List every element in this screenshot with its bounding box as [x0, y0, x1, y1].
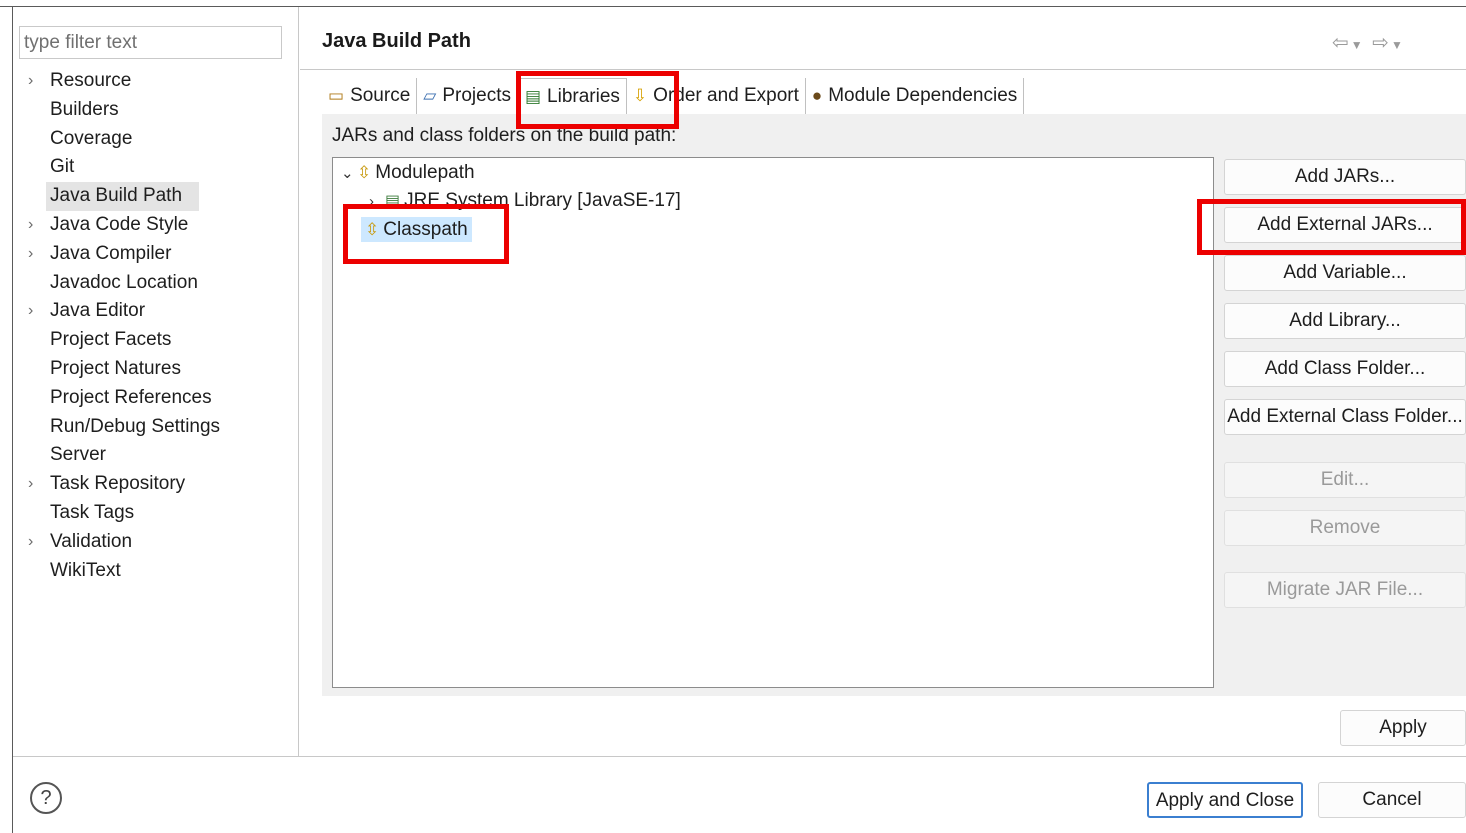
nav-item-label: Java Build Path: [50, 184, 189, 208]
nav-item-java-editor[interactable]: › Java Editor: [13, 297, 298, 326]
tree-node-label: JRE System Library [JavaSE-17]: [404, 190, 681, 211]
nav-item-git[interactable]: Git: [13, 153, 298, 182]
tab-label: Libraries: [547, 85, 620, 107]
library-icon: ▤: [385, 193, 401, 210]
add-library-button[interactable]: Add Library...: [1224, 303, 1466, 339]
nav-item-task-repository[interactable]: › Task Repository: [13, 470, 298, 499]
page-title: Java Build Path: [322, 30, 471, 52]
build-path-tree[interactable]: ⌄ ⇳ Modulepath › ▤ JRE System Library [JavaS…: [332, 157, 1214, 688]
chevron-right-icon[interactable]: ›: [369, 188, 385, 216]
tab-projects[interactable]: ▱ Projects: [417, 78, 518, 114]
nav-item-wikitext[interactable]: WikiText: [13, 557, 298, 586]
tree-node-jre[interactable]: › ▤ JRE System Library [JavaSE-17]: [369, 187, 681, 215]
chevron-down-icon[interactable]: ⌄: [341, 160, 357, 188]
nav-item-javadoc-location[interactable]: Javadoc Location: [13, 269, 298, 298]
chevron-right-icon[interactable]: ›: [28, 470, 42, 498]
nav-item-label: Builders: [50, 98, 119, 120]
chevron-down-icon[interactable]: ▼: [1391, 38, 1405, 52]
projects-folder-icon: ▱: [423, 86, 437, 105]
tree-node-classpath[interactable]: ⇳ Classpath: [361, 216, 472, 244]
chevron-right-icon[interactable]: ›: [28, 528, 42, 556]
nav-item-coverage[interactable]: Coverage: [13, 125, 298, 154]
tab-source[interactable]: ▭ Source: [322, 78, 418, 114]
nav-item-project-facets[interactable]: Project Facets: [13, 326, 298, 355]
forward-arrow-icon[interactable]: ⇨: [1372, 32, 1391, 54]
tab-module-dependencies[interactable]: ● Module Dependencies: [806, 78, 1025, 114]
add-external-jars-button[interactable]: Add External JARs...: [1224, 207, 1466, 243]
chevron-down-icon[interactable]: ▼: [1351, 38, 1365, 52]
nav-item-label: Project Natures: [50, 357, 181, 379]
filter-input[interactable]: [19, 26, 282, 59]
nav-item-label: Task Tags: [50, 501, 135, 523]
tree-node-label: Modulepath: [375, 162, 475, 183]
sash[interactable]: [298, 7, 299, 756]
tab-order-and-export[interactable]: ⇩ Order and Export: [627, 78, 806, 114]
add-external-class-folder-button[interactable]: Add External Class Folder...: [1224, 399, 1466, 435]
nav-item-label: Coverage: [50, 127, 133, 149]
nav-item-builders[interactable]: Builders: [13, 96, 298, 125]
title-separator: [300, 69, 1466, 70]
nav-item-label: Project Facets: [50, 329, 172, 351]
nav-item-label: Validation: [50, 530, 133, 552]
remove-button[interactable]: Remove: [1224, 510, 1466, 546]
nav-item-label: Resource: [50, 70, 132, 91]
nav-item-label: Java Editor: [50, 300, 146, 322]
help-icon[interactable]: ?: [30, 782, 62, 814]
order-export-icon: ⇩: [632, 86, 648, 105]
nav-item-project-references[interactable]: Project References: [13, 384, 298, 413]
nav-item-label: Java Code Style: [50, 213, 189, 235]
nav-item-run-debug-settings[interactable]: Run/Debug Settings: [13, 413, 298, 442]
chevron-right-icon[interactable]: ›: [28, 211, 42, 239]
section-label: JARs and class folders on the build path…: [332, 125, 677, 146]
tab-bar: ▭ Source ▱ Projects ▤ Libraries ⇩ Order and …: [322, 78, 1025, 114]
tree-node-label: Classpath: [383, 219, 468, 240]
tab-libraries[interactable]: ▤ Libraries: [517, 78, 627, 114]
apply-button[interactable]: Apply: [1340, 710, 1466, 746]
add-jars-button[interactable]: Add JARs...: [1224, 159, 1466, 195]
footer-separator: [13, 756, 1466, 757]
path-container-icon: ⇳: [365, 220, 380, 239]
apply-and-close-button[interactable]: Apply and Close: [1147, 782, 1303, 818]
cancel-button[interactable]: Cancel: [1318, 782, 1466, 818]
nav-item-label: Run/Debug Settings: [50, 415, 221, 437]
migrate-jar-button[interactable]: Migrate JAR File...: [1224, 572, 1466, 608]
add-class-folder-button[interactable]: Add Class Folder...: [1224, 351, 1466, 387]
nav-item-resource[interactable]: › Resource: [13, 67, 298, 96]
source-folder-icon: ▭: [328, 86, 345, 105]
nav-item-java-code-style[interactable]: › Java Code Style: [13, 211, 298, 240]
nav-item-label: Task Repository: [50, 473, 186, 495]
tab-label: Source: [350, 85, 411, 106]
tab-label: Projects: [442, 85, 511, 106]
chevron-right-icon[interactable]: ›: [28, 240, 42, 268]
preferences-nav: › Resource Builders Coverage Git Java Bui…: [13, 7, 298, 756]
tab-label: Order and Export: [653, 85, 799, 106]
chevron-right-icon[interactable]: ›: [28, 67, 42, 95]
nav-item-label: WikiText: [50, 559, 121, 581]
nav-item-label: Server: [50, 444, 106, 466]
nav-item-server[interactable]: Server: [13, 441, 298, 470]
nav-item-label: Java Compiler: [50, 242, 172, 264]
path-container-icon: ⇳: [357, 163, 372, 182]
nav-item-label: Javadoc Location: [50, 271, 198, 293]
chevron-right-icon[interactable]: ›: [28, 297, 42, 325]
nav-item-task-tags[interactable]: Task Tags: [13, 499, 298, 528]
edit-button[interactable]: Edit...: [1224, 462, 1466, 498]
module-icon: ●: [811, 86, 823, 105]
nav-item-project-natures[interactable]: Project Natures: [13, 355, 298, 384]
nav-item-java-build-path[interactable]: Java Build Path: [13, 182, 298, 212]
nav-tree: › Resource Builders Coverage Git Java Bui…: [13, 67, 298, 585]
nav-item-label: Project References: [50, 386, 212, 408]
back-arrow-icon[interactable]: ⇦: [1332, 32, 1351, 54]
tree-node-modulepath[interactable]: ⌄ ⇳ Modulepath: [341, 159, 475, 187]
add-variable-button[interactable]: Add Variable...: [1224, 255, 1466, 291]
nav-item-label: Git: [50, 156, 75, 178]
tab-label: Module Dependencies: [828, 85, 1018, 106]
history-nav: ⇦▼ ⇨▼: [1332, 30, 1405, 55]
nav-item-java-compiler[interactable]: › Java Compiler: [13, 240, 298, 269]
nav-item-validation[interactable]: › Validation: [13, 528, 298, 557]
libraries-icon: ▤: [524, 86, 542, 106]
